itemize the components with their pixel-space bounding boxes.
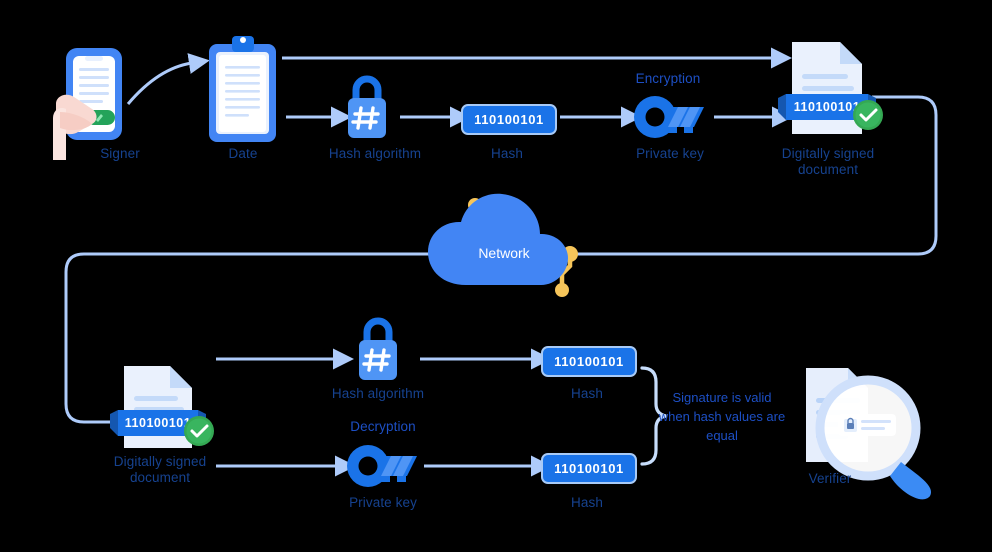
signed-document-icon-top: 110100101 [778,42,883,134]
signed-document-icon-bottom: 110100101 [110,366,214,448]
label-encryption: Encryption [635,71,701,86]
label-hash-verify-top: Hash [571,386,603,401]
label-data: Date [228,146,258,161]
padlock-hash-icon-bottom [359,317,397,380]
hash-value: 110100101 [554,461,624,476]
svg-text:110100101: 110100101 [794,100,860,114]
label-signed-document-verify: Digitally signed document [113,454,207,485]
hash-box-verify-top: 110100101 [541,346,637,377]
clipboard-icon [209,36,276,142]
key-icon [634,96,704,138]
svg-text:110100101: 110100101 [125,416,191,430]
label-private-key-signing: Private key [636,146,704,161]
hash-value: 110100101 [554,354,624,369]
label-signed-document-signing: Digitally signed document [781,146,875,177]
label-decryption: Decryption [350,419,416,434]
key-icon-bottom [347,445,417,487]
comparison-note: Signature is valid when hash values are … [658,390,786,443]
hash-value: 110100101 [474,112,544,127]
digital-signature-diagram: 110100101 Network 110100101 110100101 11… [0,0,992,552]
label-hash-algorithm-verify: Hash algorithm [331,386,425,401]
check-badge-icon-bottom [184,416,214,446]
svg-text:Network: Network [478,245,530,261]
label-signer: Signer [100,146,140,161]
label-hash-signing: Hash [491,146,523,161]
label-verifier: Verifier [808,471,852,486]
arrow-signer-to-data [126,53,210,105]
label-private-key-verify: Private key [349,495,417,510]
padlock-hash-icon [348,75,386,138]
cloud-icon: Network [428,193,578,297]
hash-box-signing: 110100101 [461,104,557,135]
label-hash-algorithm: Hash algorithm [328,146,422,161]
check-badge-icon [853,100,883,130]
hash-box-verify-bottom: 110100101 [541,453,637,484]
label-hash-verify-bottom: Hash [571,495,603,510]
phone-in-hand-icon [53,48,122,160]
